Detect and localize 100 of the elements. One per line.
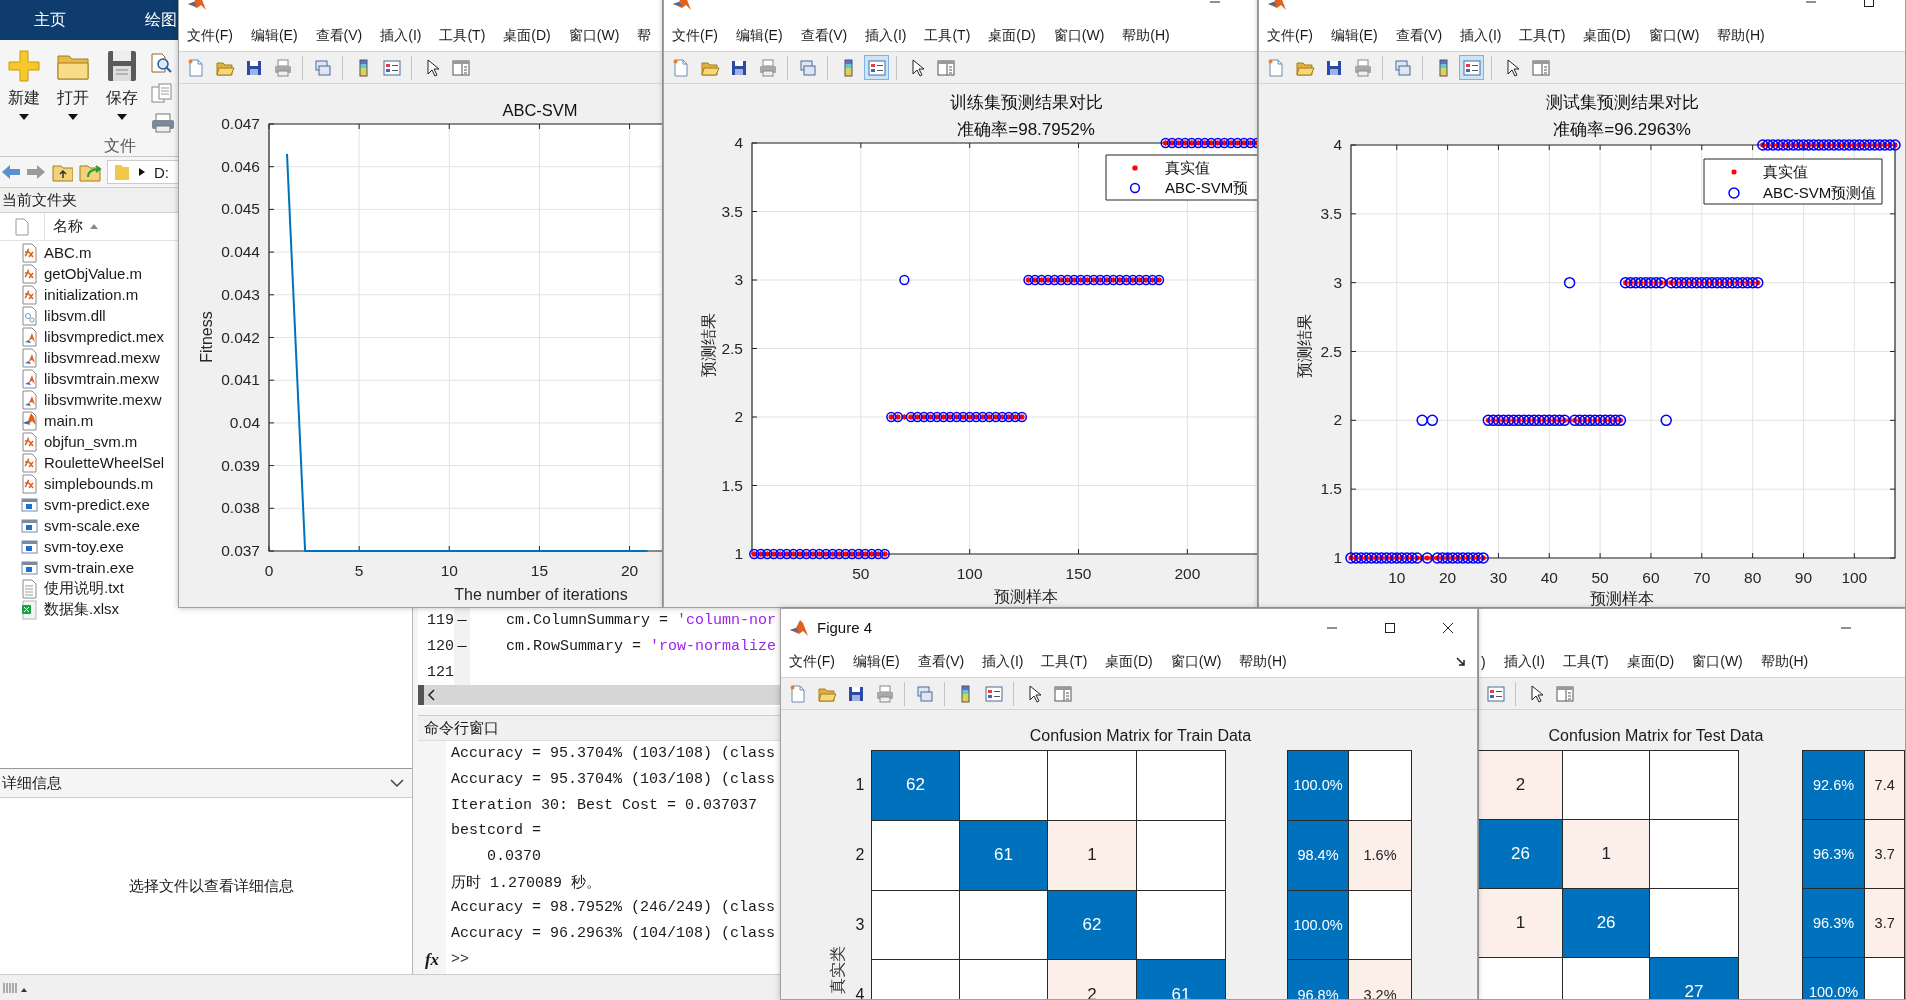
tick-label: 5 bbox=[354, 562, 364, 579]
menu-item[interactable]: 工具(T) bbox=[924, 26, 971, 45]
matrix-cell: 1 bbox=[1047, 820, 1137, 890]
menu-item[interactable]: 插入(I) bbox=[982, 652, 1024, 671]
file-name[interactable]: libsvm.dll bbox=[44, 307, 106, 324]
file-name[interactable]: svm-toy.exe bbox=[44, 538, 124, 555]
matrix-cell: 1 bbox=[1562, 819, 1650, 889]
tick-label: 3 bbox=[734, 271, 743, 288]
ribbon-button[interactable]: 保存 bbox=[98, 48, 146, 136]
menu-item[interactable]: 帮助(H) bbox=[1122, 26, 1170, 45]
menu-item[interactable]: 插入(I) bbox=[1460, 26, 1502, 45]
tick-label: 10 bbox=[440, 562, 458, 579]
ribbon-button[interactable]: 打开 bbox=[49, 48, 97, 136]
command-prompt[interactable]: >> bbox=[451, 950, 469, 968]
menu-item[interactable]: 工具(T) bbox=[1562, 652, 1609, 671]
menu-item[interactable]: 帮助(H) bbox=[1760, 652, 1809, 671]
menu-item[interactable]: 桌面(D) bbox=[988, 26, 1036, 45]
ribbon-button[interactable]: 新建 bbox=[0, 48, 48, 136]
menu-item[interactable]: 查看(V) bbox=[315, 26, 363, 45]
matrix-cell: 61 bbox=[959, 820, 1048, 890]
file-name[interactable]: main.m bbox=[44, 412, 94, 429]
menu-item[interactable]: 桌面(D) bbox=[1583, 26, 1631, 45]
file-name[interactable]: svm-predict.exe bbox=[44, 496, 150, 513]
tick-label: 0.043 bbox=[221, 285, 260, 303]
output-line: Accuracy = 95.3704% (103/108) (class bbox=[451, 771, 776, 789]
menu-item[interactable]: ) bbox=[1481, 653, 1486, 670]
menu-item[interactable]: 查看(V) bbox=[917, 652, 965, 671]
tick-label: 0.046 bbox=[221, 157, 260, 175]
breakpoint-marker[interactable]: — bbox=[454, 633, 470, 659]
tick-label: 3 bbox=[1333, 273, 1342, 291]
tick-label: 100 bbox=[1841, 569, 1868, 586]
menu-item[interactable]: 窗口(W) bbox=[1053, 26, 1105, 45]
menu-item[interactable]: 插入(I) bbox=[865, 26, 907, 45]
tick-label: 2.5 bbox=[1320, 342, 1342, 360]
file-name[interactable]: simplebounds.m bbox=[44, 475, 154, 492]
output-line: bestcord = bbox=[451, 822, 541, 840]
menu-item[interactable]: 编辑(E) bbox=[1330, 26, 1378, 45]
menu-item[interactable]: 编辑(E) bbox=[852, 652, 900, 671]
ribbon-tab[interactable]: 主页 bbox=[0, 9, 100, 31]
file-name[interactable]: getObjValue.m bbox=[44, 265, 143, 282]
tick-label: 1.5 bbox=[721, 476, 743, 494]
menu-item[interactable]: 窗口(W) bbox=[1648, 26, 1700, 45]
tick-label: 30 bbox=[1489, 569, 1508, 586]
function-browser-button[interactable]: fx bbox=[424, 950, 440, 970]
menu-item[interactable]: 窗口(W) bbox=[1170, 652, 1222, 671]
menu-item[interactable]: 帮助(H) bbox=[1717, 26, 1765, 45]
file-name[interactable]: libsvmread.mexw bbox=[44, 349, 160, 366]
menu-item[interactable]: 文件(F) bbox=[672, 26, 718, 45]
menu-item[interactable]: 工具(T) bbox=[1041, 652, 1088, 671]
file-name[interactable]: ABC.m bbox=[44, 244, 92, 261]
matrix-cell: 62 bbox=[1047, 890, 1137, 960]
axis-label: 预测样本 bbox=[994, 588, 1058, 605]
tick-label: 20 bbox=[1438, 569, 1457, 586]
file-name[interactable]: libsvmtrain.mexw bbox=[44, 370, 160, 387]
code-line: cm.ColumnSummary = 'column-nor bbox=[505, 611, 778, 629]
tick-label: 200 bbox=[1174, 565, 1201, 582]
tick-label: 60 bbox=[1642, 569, 1660, 586]
menu-item[interactable]: 文件(F) bbox=[187, 26, 233, 45]
chart-title: 训练集预测结果对比 bbox=[949, 93, 1103, 111]
breakpoint-marker[interactable]: — bbox=[454, 607, 470, 633]
file-name[interactable]: svm-scale.exe bbox=[44, 517, 140, 534]
ribbon-tab[interactable]: 绘图 bbox=[145, 9, 177, 31]
file-name[interactable]: initialization.m bbox=[44, 286, 139, 303]
file-name[interactable]: 使用说明.txt bbox=[44, 579, 124, 598]
menu-item[interactable]: 插入(I) bbox=[1503, 652, 1545, 671]
file-name[interactable]: 数据集.xlsx bbox=[44, 600, 119, 619]
menu-item[interactable]: 查看(V) bbox=[1395, 26, 1443, 45]
column-title[interactable]: 名称 bbox=[53, 217, 83, 236]
output-line: 0.0370 bbox=[487, 848, 541, 866]
legend-label: ABC-SVM预 bbox=[1165, 179, 1249, 196]
menu-item[interactable]: 工具(T) bbox=[1519, 26, 1566, 45]
tick-label: 2 bbox=[1333, 411, 1342, 429]
menu-item[interactable]: 插入(I) bbox=[380, 26, 422, 45]
chart-title: Confusion Matrix for Train Data bbox=[1028, 726, 1253, 746]
menu-item[interactable]: 桌面(D) bbox=[1105, 652, 1153, 671]
ribbon-section-label: 文件 bbox=[103, 136, 137, 156]
output-line: Accuracy = 98.7952% (246/249) (class bbox=[451, 899, 776, 917]
menu-item[interactable]: 窗口(W) bbox=[568, 26, 620, 45]
menu-item[interactable]: 文件(F) bbox=[789, 652, 835, 671]
menu-item[interactable]: 窗口(W) bbox=[1692, 652, 1743, 671]
path-field[interactable]: D: bbox=[107, 160, 181, 184]
menu-item[interactable]: 查看(V) bbox=[800, 26, 848, 45]
menu-item[interactable]: 编辑(E) bbox=[250, 26, 298, 45]
menu-item[interactable]: 工具(T) bbox=[439, 26, 486, 45]
menu-item[interactable]: 帮 bbox=[637, 26, 652, 45]
file-name[interactable]: objfun_svm.m bbox=[44, 433, 138, 450]
menu-item[interactable]: 编辑(E) bbox=[735, 26, 783, 45]
tick-label: 20 bbox=[620, 562, 639, 579]
file-name[interactable]: svm-train.exe bbox=[44, 559, 135, 576]
menu-item[interactable]: 文件(F) bbox=[1267, 26, 1313, 45]
tick-label: 1.5 bbox=[1320, 480, 1342, 498]
menu-item[interactable]: 桌面(D) bbox=[1626, 652, 1675, 671]
tick-label: 3.5 bbox=[1320, 204, 1342, 222]
file-name[interactable]: libsvmwrite.mexw bbox=[44, 391, 162, 408]
tick-label: 0.044 bbox=[221, 243, 260, 261]
file-name[interactable]: libsvmpredict.mex bbox=[44, 328, 165, 345]
file-name[interactable]: RouletteWheelSel bbox=[44, 454, 165, 471]
axis-label: 预测样本 bbox=[1590, 590, 1654, 607]
menu-item[interactable]: 帮助(H) bbox=[1239, 652, 1287, 671]
menu-item[interactable]: 桌面(D) bbox=[503, 26, 551, 45]
